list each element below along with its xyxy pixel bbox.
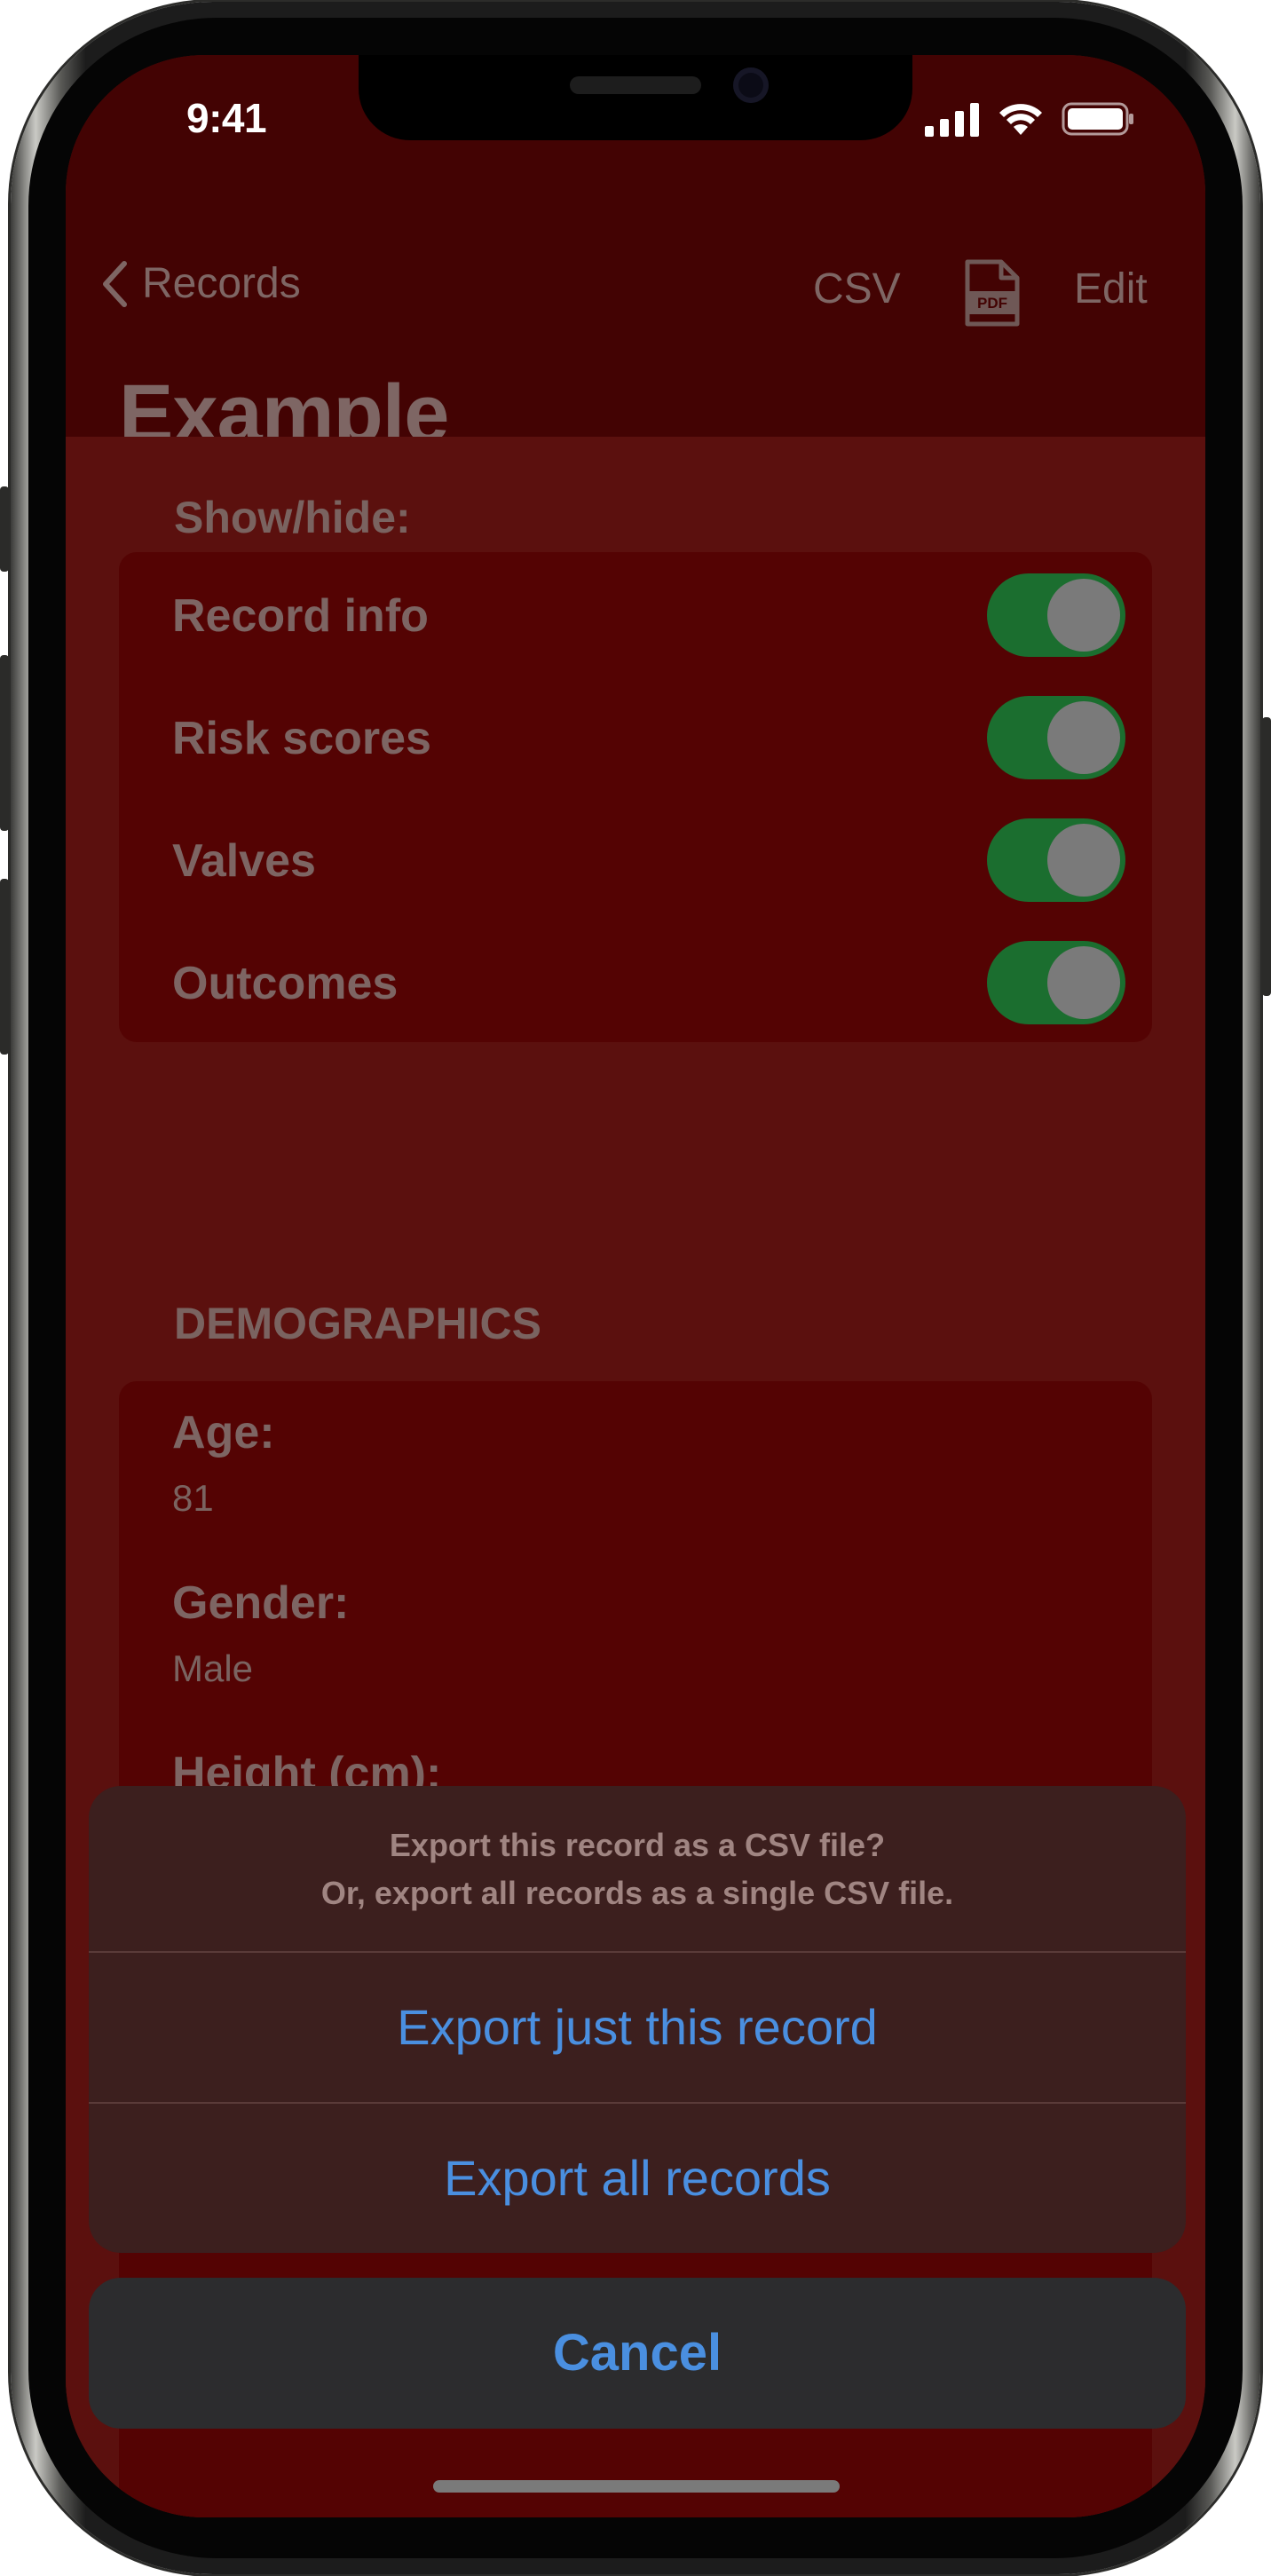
toggle-row-valves: Valves: [172, 797, 1125, 920]
front-camera: [733, 67, 769, 103]
export-action-sheet: Export this record as a CSV file? Or, ex…: [89, 1786, 1186, 2253]
edit-button[interactable]: Edit: [1074, 265, 1148, 313]
toggle-row-risk-scores: Risk scores: [172, 675, 1125, 797]
volume-up-button: [0, 655, 9, 831]
battery-icon: [1062, 102, 1133, 136]
csv-button[interactable]: CSV: [813, 265, 901, 313]
power-button: [1262, 717, 1271, 996]
switch-knob: [1047, 579, 1120, 652]
switch-knob: [1047, 824, 1120, 897]
action-sheet-message-line: Export this record as a CSV file?: [389, 1827, 886, 1863]
record-info-switch[interactable]: [987, 573, 1125, 657]
valves-switch[interactable]: [987, 818, 1125, 902]
wifi-icon: [999, 104, 1042, 135]
chevron-left-icon: [103, 260, 127, 307]
status-time: 9:41: [186, 95, 267, 141]
pdf-document-icon: PDF: [965, 259, 1020, 327]
risk-scores-switch[interactable]: [987, 696, 1125, 779]
toggle-row-record-info: Record info: [172, 552, 1125, 675]
back-button[interactable]: Records: [101, 259, 301, 308]
screen: 9:41 Records CSV PDF Edit Example Show/h…: [66, 55, 1205, 2517]
toggle-label: Risk scores: [172, 713, 431, 764]
toggle-label: Outcomes: [172, 958, 399, 1009]
cancel-button[interactable]: Cancel: [89, 2278, 1186, 2429]
action-sheet-message: Export this record as a CSV file? Or, ex…: [89, 1786, 1186, 1951]
showhide-card: Record info Risk scores Valves Outcomes: [119, 552, 1152, 1042]
switch-knob: [1047, 946, 1120, 1019]
mute-switch: [0, 486, 9, 572]
demographics-header: DEMOGRAPHICS: [174, 1299, 541, 1348]
home-indicator[interactable]: [433, 2480, 840, 2493]
export-all-records-button[interactable]: Export all records: [89, 2102, 1186, 2253]
volume-down-button: [0, 879, 9, 1055]
svg-text:PDF: PDF: [977, 295, 1007, 312]
toggle-row-outcomes: Outcomes: [172, 920, 1125, 1042]
cellular-signal-icon: [925, 103, 979, 137]
switch-knob: [1047, 701, 1120, 774]
gender-label: Gender:: [172, 1577, 350, 1629]
gender-value: Male: [172, 1648, 254, 1689]
toggle-label: Record info: [172, 590, 429, 642]
navigation-bar: Records CSV PDF Edit Example: [66, 170, 1205, 459]
action-sheet-message-line: Or, export all records as a single CSV f…: [320, 1875, 954, 1911]
showhide-header: Show/hide:: [174, 493, 411, 542]
age-value: 81: [172, 1477, 214, 1519]
earpiece-speaker: [570, 76, 701, 94]
outcomes-switch[interactable]: [987, 941, 1125, 1024]
status-icons: [925, 101, 1134, 137]
back-label: Records: [142, 260, 301, 307]
toggle-label: Valves: [172, 835, 316, 887]
notch: [359, 55, 912, 140]
pdf-button[interactable]: PDF: [962, 259, 1021, 331]
age-label: Age:: [172, 1407, 275, 1458]
export-this-record-button[interactable]: Export just this record: [89, 1951, 1186, 2102]
